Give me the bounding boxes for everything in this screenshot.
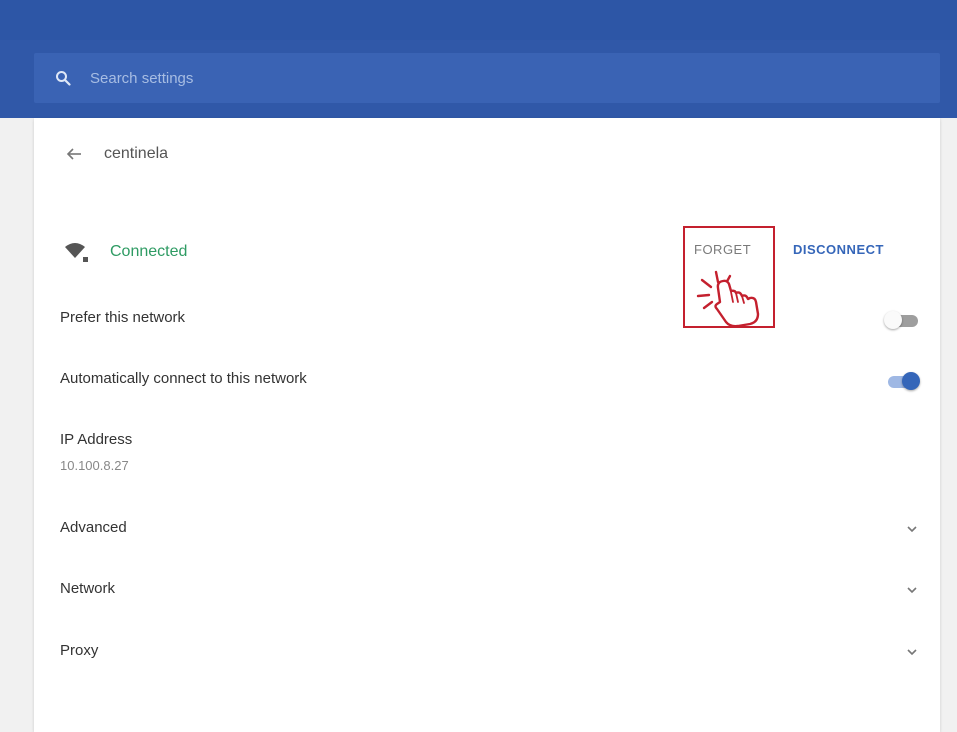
auto-connect-toggle[interactable] bbox=[884, 372, 920, 390]
auto-connect-label: Automatically connect to this network bbox=[60, 370, 307, 387]
back-arrow-icon[interactable] bbox=[64, 144, 84, 164]
tap-hand-icon bbox=[696, 270, 760, 328]
section-label: Proxy bbox=[60, 642, 99, 659]
section-label: Network bbox=[60, 580, 116, 597]
toggle-knob bbox=[884, 311, 902, 329]
app-header: Search settings bbox=[0, 0, 957, 118]
status-text: Connected bbox=[110, 243, 188, 260]
wifi-icon bbox=[65, 243, 88, 262]
connection-status: Connected bbox=[64, 238, 187, 266]
search-bar[interactable]: Search settings bbox=[34, 53, 940, 103]
disconnect-button[interactable]: DISCONNECT bbox=[793, 242, 884, 257]
page-header: centinela bbox=[64, 142, 168, 166]
ip-address-value: 10.100.8.27 bbox=[60, 458, 129, 473]
chevron-down-icon bbox=[907, 526, 917, 533]
network-detail-panel: centinela Connected FORGET DISCONNECT Pr… bbox=[34, 118, 940, 732]
chevron-down-icon bbox=[907, 587, 917, 594]
prefer-network-toggle[interactable] bbox=[884, 311, 920, 329]
toggle-knob bbox=[902, 372, 920, 390]
section-label: Advanced bbox=[60, 519, 127, 536]
section-proxy[interactable]: Proxy bbox=[60, 642, 920, 666]
prefer-network-label: Prefer this network bbox=[60, 309, 186, 326]
search-icon bbox=[52, 67, 74, 89]
title-bar bbox=[0, 0, 957, 40]
search-input[interactable]: Search settings bbox=[90, 70, 193, 87]
ip-address-label: IP Address bbox=[60, 431, 133, 448]
section-network[interactable]: Network bbox=[60, 580, 920, 604]
page-title: centinela bbox=[104, 145, 169, 162]
chevron-down-icon bbox=[907, 649, 917, 656]
section-advanced[interactable]: Advanced bbox=[60, 519, 920, 543]
